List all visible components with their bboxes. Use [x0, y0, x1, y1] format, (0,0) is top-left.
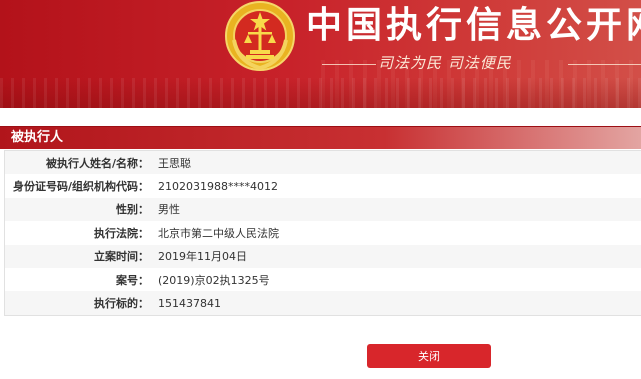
close-button[interactable]: 关闭 [367, 344, 491, 368]
row-label: 身份证号码/组织机构代码： [12, 180, 149, 194]
info-row-filing-date: 立案时间： 2019年11月04日 [5, 244, 641, 268]
section-title: 被执行人 [11, 130, 64, 145]
info-row-id: 身份证号码/组织机构代码： 2102031988****4012 [5, 174, 641, 198]
info-row-case-number: 案号： (2019)京02执1325号 [5, 267, 641, 292]
row-value: 2019年11月04日 [158, 250, 247, 264]
banner-building-silhouette [0, 78, 641, 108]
row-label: 执行标的： [94, 297, 149, 311]
court-emblem-icon [225, 1, 295, 71]
info-row-name: 被执行人姓名/名称： 王思聪 [5, 151, 641, 175]
slogan-divider-left [322, 64, 376, 65]
row-value: (2019)京02执1325号 [158, 273, 270, 287]
row-value: 151437841 [158, 296, 221, 310]
row-value: 北京市第二中级人民法院 [158, 226, 279, 240]
row-value: 男性 [158, 203, 180, 217]
site-slogan: 司法为民 司法便民 [378, 54, 512, 72]
info-row-court: 执行法院： 北京市第二中级人民法院 [5, 221, 641, 245]
row-label: 性别： [116, 203, 149, 217]
slogan-divider-right [568, 64, 641, 65]
row-label: 立案时间： [94, 250, 149, 264]
section-header: 被执行人 [0, 126, 641, 149]
row-label: 被执行人姓名/名称： [45, 156, 149, 170]
debtor-info-table: 被执行人姓名/名称： 王思聪 身份证号码/组织机构代码： 2102031988*… [4, 150, 641, 316]
row-value: 2102031988****4012 [158, 179, 278, 193]
info-row-amount: 执行标的： 151437841 [5, 291, 641, 315]
row-label: 执行法院： [94, 226, 149, 240]
site-banner: 中国执行信息公开网 司法为民 司法便民 [0, 0, 641, 108]
info-row-gender: 性别： 男性 [5, 197, 641, 222]
row-label: 案号： [116, 273, 149, 287]
row-value: 王思聪 [158, 156, 191, 170]
site-title: 中国执行信息公开网 [306, 5, 641, 46]
